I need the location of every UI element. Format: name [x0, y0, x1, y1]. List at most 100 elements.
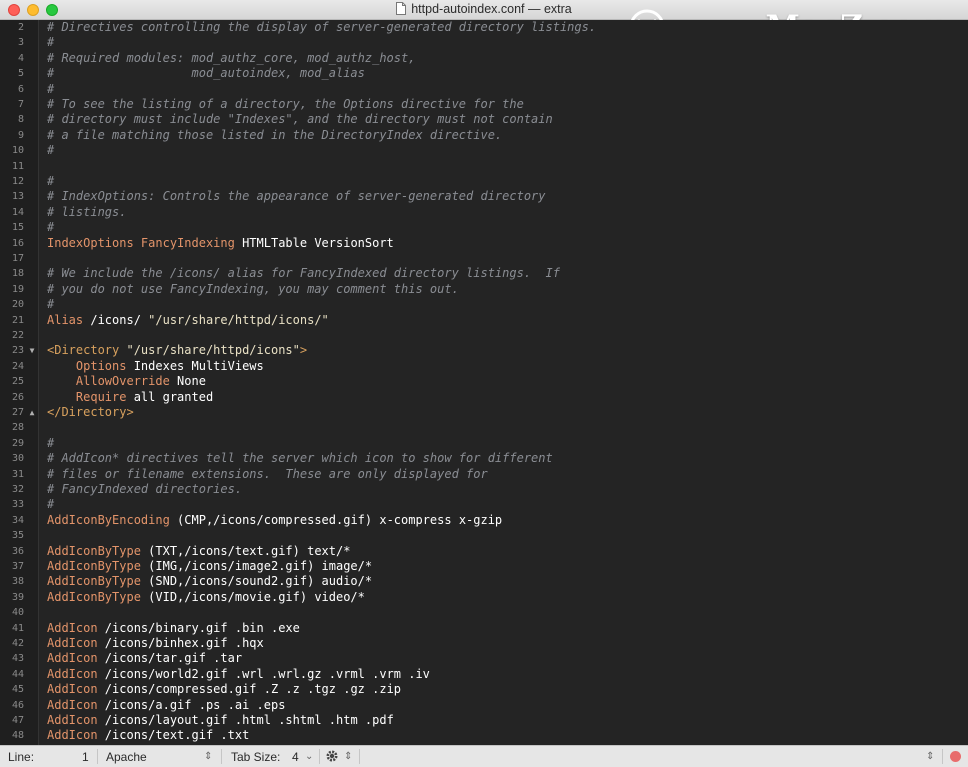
code-line[interactable]: 26 Require all granted — [0, 390, 968, 405]
code-line[interactable]: 25 AllowOverride None — [0, 374, 968, 389]
code-line[interactable]: 31 # files or filename extensions. These … — [0, 467, 968, 482]
code-line[interactable]: 14 # listings. — [0, 205, 968, 220]
code-token: AddIconByType — [47, 574, 141, 589]
code-line[interactable]: 19 # you do not use FancyIndexing, you ma… — [0, 282, 968, 297]
code-line[interactable]: 21 Alias /icons/ "/usr/share/httpd/icons/… — [0, 313, 968, 328]
code-token: "/usr/share/httpd/icons/" — [148, 312, 329, 327]
code-line[interactable]: 47 AddIcon /icons/layout.gif .html .shtml… — [0, 713, 968, 728]
code-token: (VID,/icons/movie.gif) video/* — [140, 589, 365, 604]
code-line[interactable]: 17 — [0, 251, 968, 266]
code-line[interactable]: 6 # — [0, 82, 968, 97]
code-line[interactable]: 5 # mod_autoindex, mod_alias — [0, 66, 968, 81]
divider — [97, 749, 98, 764]
code-text: AddIcon /icons/layout.gif .html .shtml .… — [47, 713, 394, 728]
code-token: /icons/tar.gif .tar — [97, 651, 243, 666]
code-text: AddIconByType (SND,/icons/sound2.gif) au… — [47, 574, 372, 589]
code-token: IndexOptions FancyIndexing — [47, 235, 235, 250]
code-line[interactable]: 12 # — [0, 174, 968, 189]
code-text: # mod_autoindex, mod_alias — [47, 66, 365, 81]
line-number: 36 — [11, 545, 24, 557]
code-line[interactable]: 10 # — [0, 143, 968, 158]
code-token: AddIconByType — [47, 589, 141, 604]
code-text: IndexOptions FancyIndexing HTMLTable Ver… — [47, 236, 394, 251]
code-token: AddIcon — [47, 620, 98, 635]
code-line[interactable]: 46 AddIcon /icons/a.gif .ps .ai .eps — [0, 698, 968, 713]
code-line[interactable]: 18 # We include the /icons/ alias for Fan… — [0, 266, 968, 281]
code-line[interactable]: 20 # — [0, 297, 968, 312]
code-text: # FancyIndexed directories. — [47, 482, 242, 497]
code-token: # — [47, 35, 55, 50]
code-line[interactable]: 39 AddIconByType (VID,/icons/movie.gif) v… — [0, 590, 968, 605]
syntax-language-select[interactable]: Apache — [106, 750, 147, 764]
code-token: AddIconByEncoding — [47, 512, 170, 527]
code-line[interactable]: 43 AddIcon /icons/tar.gif .tar — [0, 651, 968, 666]
code-line[interactable]: 48 AddIcon /icons/text.gif .txt — [0, 728, 968, 743]
code-token: # FancyIndexed directories. — [47, 482, 243, 496]
code-line[interactable]: 32 # FancyIndexed directories. — [0, 482, 968, 497]
divider — [942, 749, 943, 764]
code-line[interactable]: 11 — [0, 159, 968, 174]
code-line[interactable]: 15 # — [0, 220, 968, 235]
code-line[interactable]: 27 ▲ </Directory> — [0, 405, 968, 420]
fold-expanded-icon[interactable]: ▼ — [27, 343, 37, 358]
tab-size-select[interactable]: 4 — [292, 750, 299, 764]
window-title-text: httpd-autoindex.conf — extra — [411, 2, 572, 16]
code-line[interactable]: 34 AddIconByEncoding (CMP,/icons/compress… — [0, 513, 968, 528]
line-number: 6 — [17, 83, 24, 95]
line-number: 27 — [11, 407, 24, 418]
code-line[interactable]: 45 AddIcon /icons/compressed.gif .Z .z .t… — [0, 682, 968, 697]
line-number: 22 — [11, 330, 24, 341]
code-line[interactable]: 8 # directory must include "Indexes", and… — [0, 112, 968, 127]
chevron-down-icon[interactable]: ⌄ — [305, 751, 313, 762]
code-line[interactable]: 23 ▼ <Directory "/usr/share/httpd/icons"> — [0, 343, 968, 358]
code-line[interactable]: 40 — [0, 605, 968, 620]
code-line[interactable]: 13 # IndexOptions: Controls the appearanc… — [0, 189, 968, 204]
code-line[interactable]: 22 — [0, 328, 968, 343]
line-number: 24 — [11, 360, 24, 372]
line-number: 40 — [11, 607, 24, 619]
code-editor[interactable]: 2 # Directives controlling the display of… — [0, 20, 968, 745]
gear-updown-icon[interactable]: ⇕ — [344, 751, 352, 762]
code-line[interactable]: 44 AddIcon /icons/world2.gif .wrl .wrl.gz… — [0, 667, 968, 682]
fold-end-icon[interactable]: ▲ — [27, 405, 37, 420]
code-text: # files or filename extensions. These ar… — [47, 467, 488, 482]
code-line[interactable]: 4 # Required modules: mod_authz_core, mod… — [0, 51, 968, 66]
code-line[interactable]: 37 AddIconByType (IMG,/icons/image2.gif) … — [0, 559, 968, 574]
code-text: AllowOverride None — [47, 374, 206, 389]
code-text: # AddIcon* directives tell the server wh… — [47, 451, 553, 466]
code-line[interactable]: 7 # To see the listing of a directory, th… — [0, 97, 968, 112]
code-line[interactable]: 36 AddIconByType (TXT,/icons/text.gif) te… — [0, 544, 968, 559]
language-updown-icon[interactable]: ⇕ — [204, 751, 212, 762]
code-line[interactable]: 9 # a file matching those listed in the D… — [0, 128, 968, 143]
line-number: 3 — [17, 37, 24, 49]
code-line[interactable]: 41 AddIcon /icons/binary.gif .bin .exe — [0, 621, 968, 636]
code-line[interactable]: 38 AddIconByType (SND,/icons/sound2.gif) … — [0, 574, 968, 589]
code-line[interactable]: 2 # Directives controlling the display of… — [0, 20, 968, 35]
line-number: 32 — [11, 484, 24, 495]
code-line[interactable]: 24 Options Indexes MultiViews — [0, 359, 968, 374]
code-line[interactable]: 30 # AddIcon* directives tell the server … — [0, 451, 968, 466]
line-number: 26 — [11, 391, 24, 403]
line-number: 28 — [11, 422, 24, 434]
code-line[interactable]: 33 # — [0, 497, 968, 512]
line-number: 16 — [11, 237, 24, 249]
code-line[interactable]: 35 — [0, 528, 968, 543]
code-token: # — [47, 143, 55, 158]
code-token: /icons/binary.gif .bin .exe — [97, 620, 300, 635]
code-line[interactable]: 28 — [0, 420, 968, 435]
code-text: AddIconByType (TXT,/icons/text.gif) text… — [47, 544, 350, 559]
line-number-field[interactable]: 1 — [82, 750, 89, 764]
code-line[interactable]: 16 IndexOptions FancyIndexing HTMLTable V… — [0, 236, 968, 251]
line-number: 10 — [11, 145, 24, 157]
code-text: # — [47, 497, 54, 512]
gear-icon[interactable] — [325, 749, 339, 763]
code-token: # We include the /icons/ alias for Fancy… — [47, 266, 560, 281]
code-token: </Directory> — [47, 405, 134, 419]
code-token: # AddIcon* directives tell the server wh… — [47, 451, 553, 466]
code-line[interactable]: 29 # — [0, 436, 968, 451]
code-line[interactable]: 42 AddIcon /icons/binhex.gif .hqx — [0, 636, 968, 651]
scope-updown-icon[interactable]: ⇕ — [926, 751, 934, 762]
code-line[interactable]: 3 # — [0, 35, 968, 50]
line-number: 33 — [11, 499, 24, 511]
